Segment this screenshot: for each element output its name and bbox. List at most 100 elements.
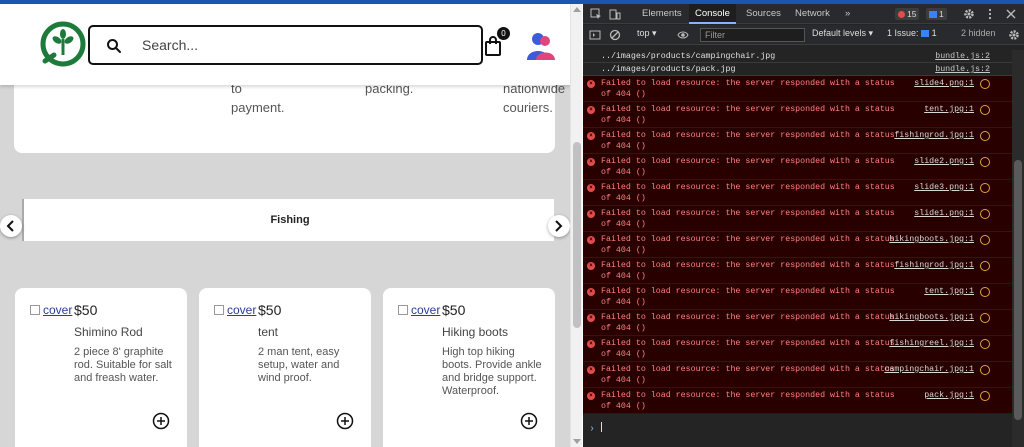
source-link[interactable]: slide3.png:1 [914, 183, 974, 192]
product-description: High top hiking boots. Provide ankle and… [442, 346, 542, 397]
broken-image-icon [398, 305, 408, 315]
source-link[interactable]: tent.jpg:1 [924, 287, 974, 296]
tab-console[interactable]: Console [689, 4, 736, 24]
leaf-logo-icon[interactable] [40, 21, 86, 67]
log-levels-dropdown[interactable]: Default levels ▾ [812, 28, 873, 39]
page-scrollbar-thumb[interactable] [573, 142, 581, 328]
network-request-icon[interactable] [980, 183, 990, 193]
search-input[interactable] [142, 35, 462, 55]
console-error-line: × Failed to load resource: the server res… [583, 388, 1024, 414]
console-settings-gear-icon[interactable] [1008, 29, 1020, 41]
add-to-cart-icon[interactable] [336, 412, 354, 430]
network-request-icon[interactable] [980, 287, 990, 297]
chevron-left-icon [6, 220, 14, 232]
source-link[interactable]: fishingrod.jpg:1 [894, 131, 974, 140]
page-scrollbar[interactable] [570, 4, 582, 447]
carousel-next-button[interactable] [548, 215, 570, 237]
add-to-cart-icon[interactable] [152, 412, 170, 430]
user-avatar-icon[interactable] [526, 30, 556, 62]
source-link[interactable]: slide1.png:1 [914, 209, 974, 218]
console-scrollbar-thumb[interactable] [1014, 160, 1022, 420]
product-price: $50 [442, 302, 466, 318]
console-toolbar: top ▾ Filter Default levels ▾ 1 Issue: 1… [583, 25, 1024, 45]
network-request-icon[interactable] [980, 209, 990, 219]
tab-sources[interactable]: Sources [740, 4, 787, 24]
error-icon [898, 11, 905, 18]
error-x-icon: × [587, 366, 595, 374]
network-request-icon[interactable] [980, 313, 990, 323]
sidebar-toggle-icon[interactable] [589, 29, 601, 41]
source-link[interactable]: fishingreel.jpg:1 [889, 339, 974, 348]
search-box[interactable] [88, 25, 483, 65]
network-request-icon[interactable] [980, 131, 990, 141]
source-link[interactable]: hikingboots.jpg:1 [889, 313, 974, 322]
source-link[interactable]: slide2.png:1 [914, 157, 974, 166]
error-x-icon: × [587, 80, 595, 88]
network-request-icon[interactable] [980, 261, 990, 271]
device-toolbar-icon[interactable] [609, 8, 621, 20]
issues-button[interactable]: 1 Issue: 1 [887, 28, 937, 38]
product-image-broken[interactable]: cover [214, 303, 256, 317]
close-icon[interactable] [1005, 8, 1017, 20]
carousel-prev-button[interactable] [0, 215, 22, 237]
product-name: Hiking boots [442, 325, 509, 339]
product-card: cover $50 tent 2 man tent, easy setup, w… [199, 288, 371, 447]
product-price: $50 [258, 302, 282, 318]
network-request-icon[interactable] [980, 339, 990, 349]
error-x-icon: × [587, 340, 595, 348]
error-x-icon: × [587, 132, 595, 140]
message-count-badge[interactable]: 1 [926, 8, 947, 20]
gear-icon[interactable] [963, 8, 975, 20]
network-request-icon[interactable] [980, 365, 990, 375]
broken-image-icon [30, 305, 40, 315]
console-scrollbar[interactable] [1012, 50, 1024, 447]
source-link[interactable]: pack.jpg:1 [924, 391, 974, 400]
tab-network[interactable]: Network [789, 4, 836, 24]
console-output: ../images/products/campingchair.jpg bund… [583, 50, 1024, 447]
search-icon [107, 39, 121, 53]
kebab-menu-icon[interactable] [984, 8, 996, 20]
network-request-icon[interactable] [980, 79, 990, 89]
product-image-broken[interactable]: cover [398, 303, 440, 317]
tab-elements[interactable]: Elements [636, 4, 688, 24]
product-description: 2 man tent, easy setup, water and wind p… [258, 346, 340, 384]
text-caret [601, 422, 603, 432]
more-tabs-button[interactable]: » [839, 4, 856, 24]
error-x-icon: × [587, 106, 595, 114]
source-link[interactable]: slide4.png:1 [914, 79, 974, 88]
error-count-badge[interactable]: 15 [895, 8, 920, 20]
web-page-viewport: to payment. packing. nationwide couriers… [0, 4, 570, 447]
product-name: tent [258, 325, 279, 339]
hidden-messages-count: 2 hidden [961, 28, 996, 38]
carousel-slide-label[interactable]: Fishing [24, 199, 556, 241]
source-link[interactable]: fishingrod.jpg:1 [894, 261, 974, 270]
console-filter-input[interactable]: Filter [700, 28, 805, 42]
clear-console-icon[interactable] [609, 29, 621, 41]
console-error-line: × Failed to load resource: the server res… [583, 258, 1024, 284]
inspect-element-icon[interactable] [590, 8, 602, 20]
network-request-icon[interactable] [980, 157, 990, 167]
source-link[interactable]: hikingboots.jpg:1 [889, 235, 974, 244]
source-link[interactable]: tent.jpg:1 [924, 105, 974, 114]
context-selector[interactable]: top ▾ [637, 28, 657, 39]
source-link[interactable]: bundle.js:2 [935, 65, 990, 74]
network-request-icon[interactable] [980, 235, 990, 245]
console-error-line: × Failed to load resource: the server res… [583, 206, 1024, 232]
product-name: Shimino Rod [74, 325, 143, 339]
source-link[interactable]: campingchair.jpg:1 [884, 365, 974, 374]
add-to-cart-icon[interactable] [520, 412, 538, 430]
error-x-icon: × [587, 236, 595, 244]
cart-count-badge: 0 [497, 27, 510, 40]
scroll-up-arrow-icon[interactable] [573, 7, 581, 12]
console-error-line: × Failed to load resource: the server res… [583, 154, 1024, 180]
console-error-line: × Failed to load resource: the server res… [583, 102, 1024, 128]
console-log-line: ../images/products/pack.jpg bundle.js:2 [583, 63, 1024, 76]
product-image-broken[interactable]: cover [30, 303, 72, 317]
console-prompt[interactable]: › [589, 422, 603, 435]
eye-icon[interactable] [677, 29, 689, 41]
network-request-icon[interactable] [980, 105, 990, 115]
scroll-down-arrow-icon[interactable] [573, 439, 581, 444]
network-request-icon[interactable] [980, 391, 990, 401]
console-error-line: × Failed to load resource: the server res… [583, 76, 1024, 102]
source-link[interactable]: bundle.js:2 [935, 52, 990, 61]
